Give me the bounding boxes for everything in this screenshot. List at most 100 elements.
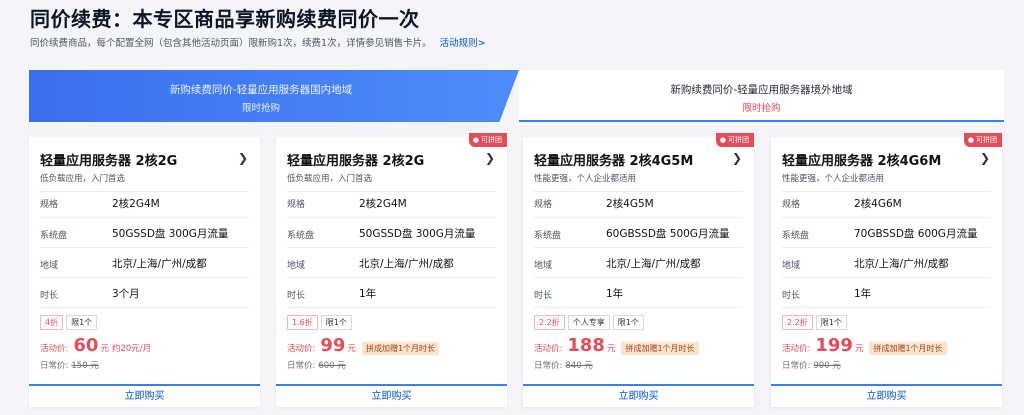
tab-subtitle: 限时抢购	[742, 103, 781, 114]
region-value: 北京/上海/广州/成都	[854, 258, 949, 270]
region-tabs: 新购续费同价-轻量应用服务器国内地域 限时抢购 新购续费同价-轻量应用服务器境外…	[29, 70, 1004, 122]
group-buy-badge: ● 可拼团	[468, 133, 507, 147]
buy-button[interactable]: 立即购买	[29, 384, 260, 407]
promo-label: 活动价:	[287, 344, 316, 354]
group-buy-badge: ● 可拼团	[715, 133, 754, 147]
page-subtitle: 同价续费商品，每个配置全网（包含其他活动页面）限新购1次，续费1次，详情参见销售…	[30, 35, 486, 49]
badge-text: 可拼团	[728, 136, 749, 144]
tag-list: 2.2折 限1个	[782, 315, 847, 330]
bonus-tag: 拼成加赠1个月时长	[621, 342, 699, 355]
orig-price-value: 900 元	[813, 361, 841, 371]
product-desc: 性能更强，个人企业都适用	[534, 174, 637, 184]
disk-label: 系统盘	[782, 231, 810, 241]
divider	[287, 191, 496, 192]
discount-tag: 2.2折	[782, 315, 813, 330]
tag-list: 2.2折 个人专享 限1个	[534, 315, 644, 330]
original-price: 日常价: 600 元	[287, 359, 346, 371]
divider	[534, 307, 743, 308]
product-card: ● 可拼团 轻量应用服务器 2核2G ❯ 低负载应用，入门首选 规格 2核2G4M…	[276, 133, 507, 407]
price-unit: 元	[606, 344, 616, 354]
spec-value: 2核4G5M	[606, 198, 654, 210]
orig-label: 日常价:	[40, 361, 69, 371]
region-label: 地域	[287, 261, 306, 271]
promo-price: 活动价: 60 元 约20元/月	[40, 335, 151, 356]
product-card: ● 可拼团 轻量应用服务器 2核4G5M ❯ 性能更强，个人企业都适用 规格 2核…	[523, 133, 754, 407]
limit-tag: 限1个	[66, 315, 98, 330]
page-title: 同价续费：本专区商品享新购续费同价一次	[30, 7, 420, 31]
divider	[782, 307, 991, 308]
disk-value: 50GSSD盘 300G月流量	[112, 228, 229, 240]
spec-value: 2核4G6M	[854, 198, 902, 210]
divider	[287, 217, 496, 218]
orig-label: 日常价:	[287, 361, 316, 371]
disk-label: 系统盘	[40, 231, 68, 241]
divider	[782, 191, 991, 192]
original-price: 日常价: 150 元	[40, 359, 99, 371]
divider	[40, 277, 249, 278]
rules-link[interactable]: 活动规则>	[440, 38, 486, 49]
buy-button[interactable]: 立即购买	[771, 384, 1002, 407]
tab-domestic[interactable]: 新购续费同价-轻量应用服务器国内地域 限时抢购	[29, 70, 519, 122]
buy-button[interactable]: 立即购买	[276, 384, 507, 407]
tab-title: 新购续费同价-轻量应用服务器国内地域	[169, 84, 353, 96]
chevron-right-icon[interactable]: ❯	[732, 151, 742, 165]
price-unit: 元	[854, 344, 864, 354]
price-number: 99	[320, 335, 346, 356]
duration-label: 时长	[40, 291, 59, 301]
disk-value: 50GSSD盘 300G月流量	[359, 228, 476, 240]
divider	[40, 307, 249, 308]
original-price: 日常价: 900 元	[782, 359, 841, 371]
chevron-right-icon[interactable]: ❯	[980, 151, 990, 165]
discount-tag: 1.6折	[287, 315, 318, 330]
divider	[40, 217, 249, 218]
divider	[287, 277, 496, 278]
price-unit: 元	[100, 344, 109, 354]
disk-label: 系统盘	[287, 231, 315, 241]
discount-tag: 2.2折	[534, 315, 565, 330]
duration-value: 1年	[359, 288, 377, 300]
product-desc: 低负载应用，入门首选	[287, 174, 373, 184]
duration-value: 3个月	[112, 288, 140, 300]
product-desc: 性能更强，个人企业都适用	[782, 174, 885, 184]
region-value: 北京/上海/广州/成都	[112, 258, 207, 270]
duration-value: 1年	[606, 288, 624, 300]
divider	[287, 247, 496, 248]
divider	[287, 307, 496, 308]
badge-text: 可拼团	[481, 136, 502, 144]
duration-label: 时长	[782, 291, 801, 301]
orig-price-value: 840 元	[565, 361, 593, 371]
limit-tag: 限1个	[612, 315, 644, 330]
limit-tag: 个人专享	[567, 315, 610, 330]
bonus-tag: 拼成加赠1个月时长	[361, 342, 440, 355]
price-unit: 元	[347, 344, 356, 354]
group-icon: ●	[967, 136, 974, 144]
divider	[534, 191, 743, 192]
spec-value: 2核2G4M	[112, 198, 160, 210]
badge-text: 可拼团	[976, 136, 997, 144]
subtitle-text: 同价续费商品，每个配置全网（包含其他活动页面）限新购1次，续费1次，详情参见销售…	[30, 38, 432, 49]
chevron-right-icon[interactable]: ❯	[485, 151, 495, 165]
disk-value: 60GBSSD盘 500G月流量	[606, 228, 730, 240]
tab-overseas[interactable]: 新购续费同价-轻量应用服务器境外地域 限时抢购	[519, 70, 1004, 122]
product-desc: 低负载应用，入门首选	[40, 174, 126, 184]
region-label: 地域	[782, 261, 801, 271]
divider	[782, 277, 991, 278]
divider	[534, 277, 743, 278]
spec-label: 规格	[782, 200, 801, 210]
price-number: 60	[73, 335, 99, 356]
product-name: 轻量应用服务器 2核4G6M	[782, 154, 942, 169]
region-value: 北京/上海/广州/成都	[606, 258, 701, 270]
divider	[782, 217, 991, 218]
spec-label: 规格	[40, 200, 59, 210]
region-label: 地域	[534, 261, 553, 271]
group-buy-badge: ● 可拼团	[963, 133, 1002, 147]
orig-price-value: 600 元	[318, 361, 346, 371]
promo-label: 活动价:	[534, 344, 563, 354]
tag-list: 4折 限1个	[40, 315, 98, 330]
spec-label: 规格	[287, 200, 306, 210]
chevron-right-icon[interactable]: ❯	[238, 151, 248, 165]
product-card: 轻量应用服务器 2核2G ❯ 低负载应用，入门首选 规格 2核2G4M 系统盘 …	[29, 137, 260, 407]
buy-button[interactable]: 立即购买	[523, 384, 754, 407]
divider	[782, 247, 991, 248]
promo-price: 活动价: 199 元 拼成加赠1个月时长	[782, 335, 947, 356]
